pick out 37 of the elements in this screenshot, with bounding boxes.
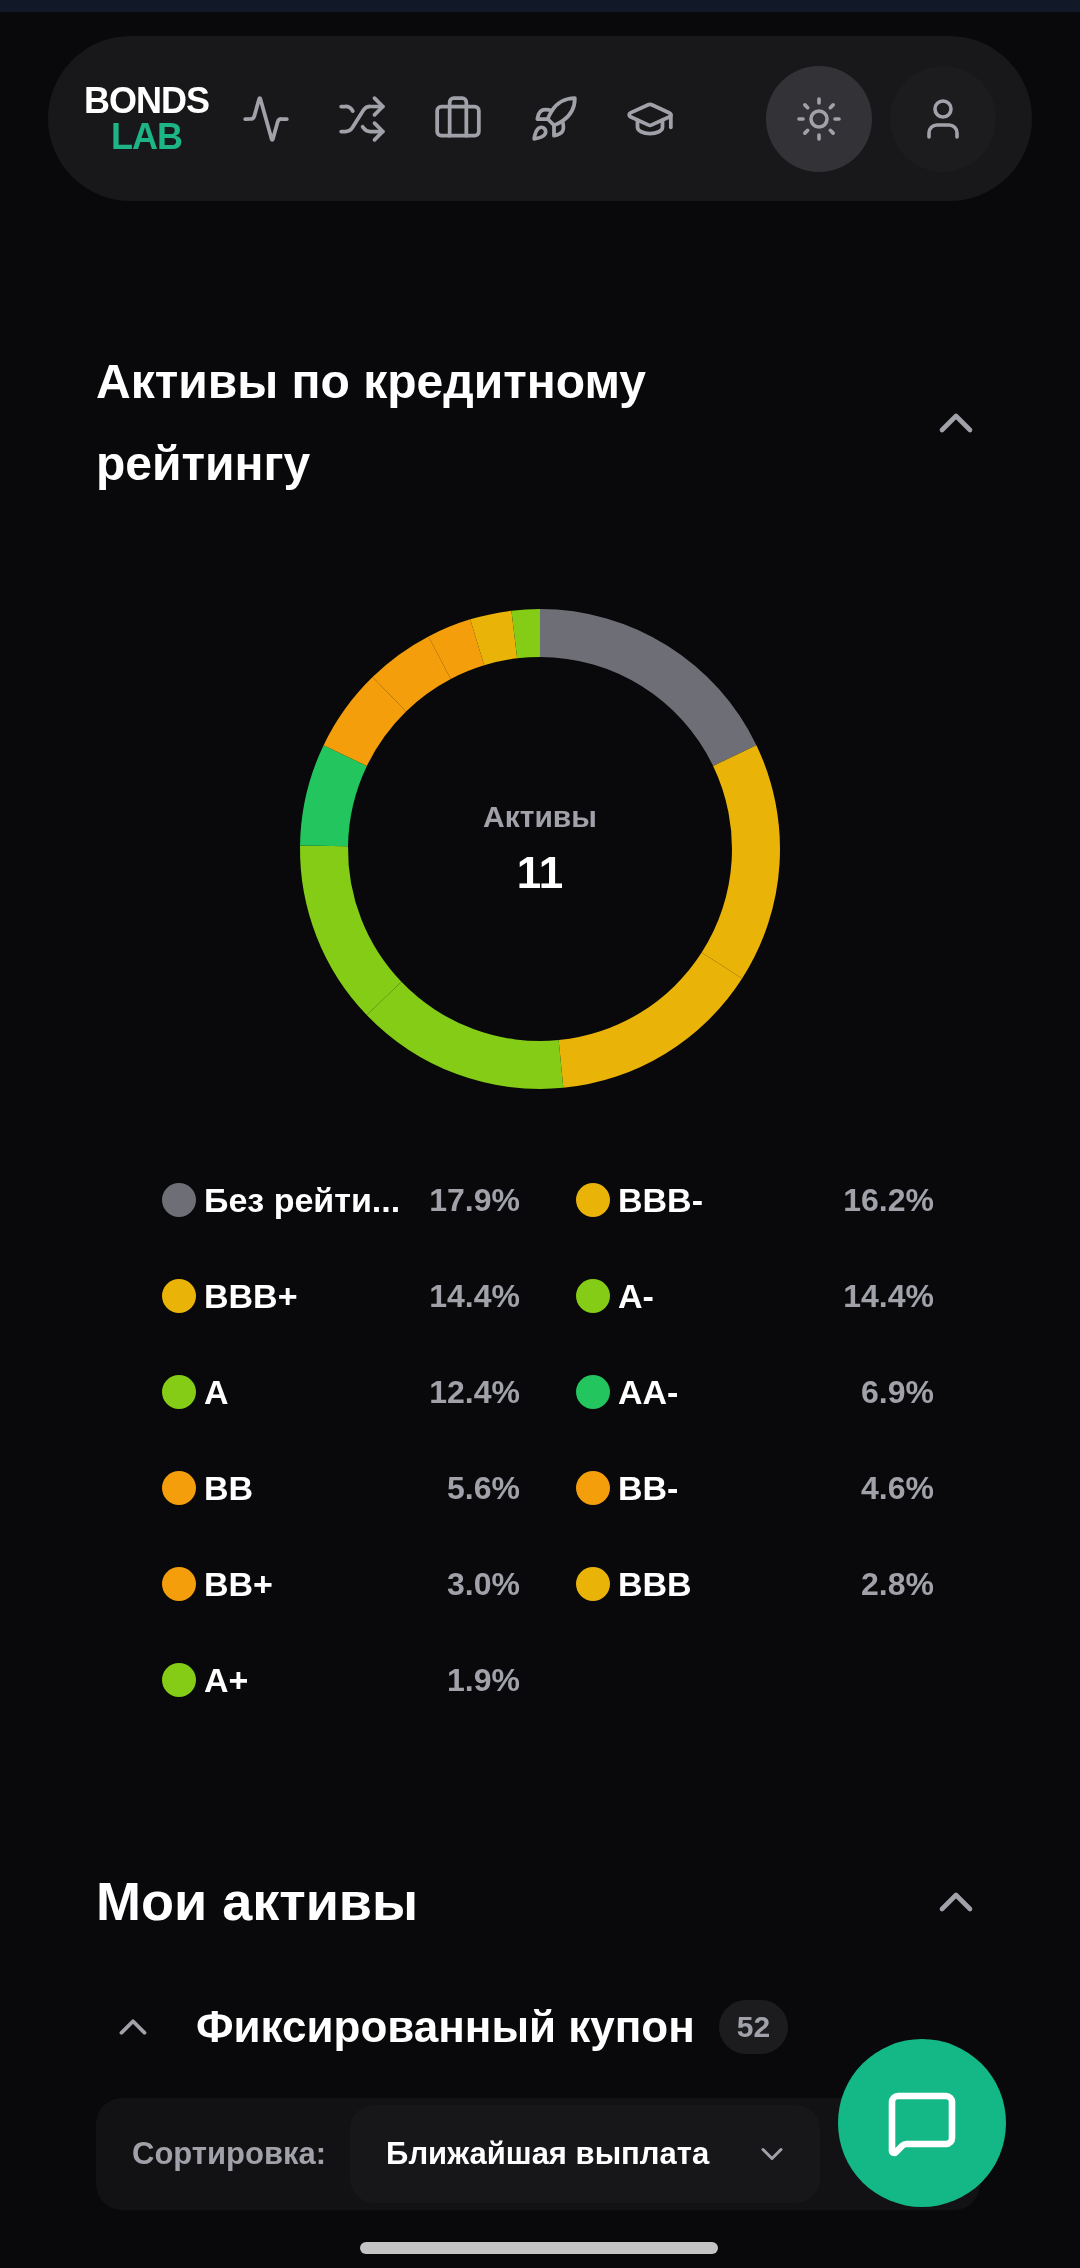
legend-label: AA- bbox=[618, 1372, 680, 1412]
legend-value: 6.9% bbox=[861, 1373, 934, 1411]
legend-label: Без рейти... bbox=[204, 1180, 402, 1220]
legend-value: 2.8% bbox=[861, 1565, 934, 1603]
rocket-icon bbox=[529, 93, 579, 144]
legend-value: 12.4% bbox=[429, 1373, 520, 1411]
shuffle-icon bbox=[337, 93, 387, 144]
legend-label: BB bbox=[204, 1468, 255, 1508]
legend-value: 16.2% bbox=[843, 1181, 934, 1219]
legend-value: 4.6% bbox=[861, 1469, 934, 1507]
chart-center-label: Активы bbox=[483, 800, 597, 835]
legend-value: 14.4% bbox=[429, 1277, 520, 1315]
legend-label: A bbox=[204, 1372, 230, 1412]
section-title: Мои активы bbox=[96, 1870, 420, 1934]
sort-label: Сортировка: bbox=[132, 2136, 327, 2172]
legend-value: 1.9% bbox=[447, 1661, 520, 1699]
logo-text: BONDS bbox=[84, 82, 209, 119]
legend-label: BB+ bbox=[204, 1564, 274, 1604]
legend-label: BBB bbox=[618, 1564, 693, 1604]
legend-label: BBB- bbox=[618, 1180, 704, 1220]
legend-label: A+ bbox=[204, 1660, 250, 1700]
legend-value: 14.4% bbox=[843, 1277, 934, 1315]
chart-center-value: 11 bbox=[516, 848, 564, 899]
count-badge: 52 bbox=[718, 2000, 789, 2054]
legend-label: A- bbox=[618, 1276, 655, 1316]
legend-value: 5.6% bbox=[447, 1469, 520, 1507]
pulse-icon bbox=[241, 93, 291, 144]
legend-value: 3.0% bbox=[447, 1565, 520, 1603]
logo-text: LAB bbox=[111, 118, 182, 155]
legend-label: BB- bbox=[618, 1468, 680, 1508]
legend-value: 17.9% bbox=[429, 1181, 520, 1219]
legend-label: BBB+ bbox=[204, 1276, 299, 1316]
group-title: Фиксированный купон bbox=[196, 2002, 695, 2052]
donut-slice bbox=[428, 619, 485, 680]
section-title: Активы по кредитному рейтингу bbox=[96, 354, 647, 492]
sort-dropdown[interactable]: Ближайшая выплата bbox=[350, 2105, 821, 2203]
sun-icon bbox=[795, 94, 843, 143]
